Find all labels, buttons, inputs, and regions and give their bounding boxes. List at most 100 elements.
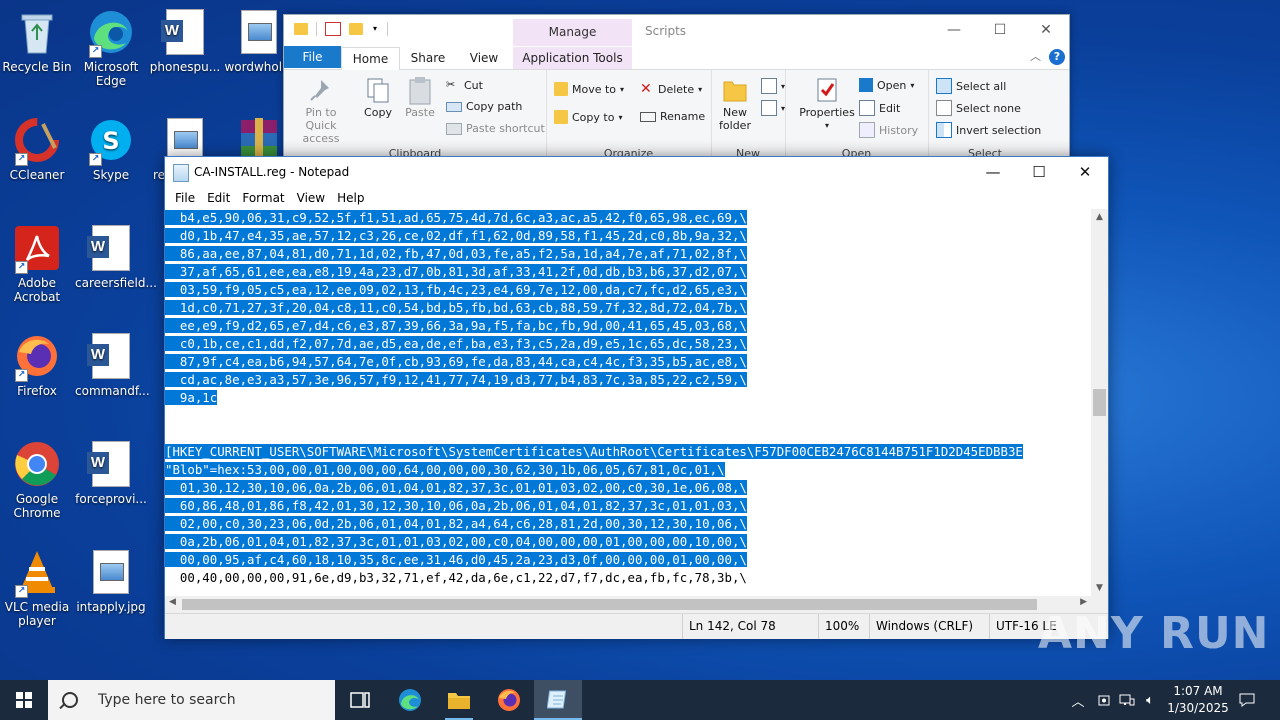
horizontal-scrollbar[interactable]: ◀ ▶ xyxy=(165,596,1091,613)
taskbar-search[interactable]: Type here to search xyxy=(48,680,335,720)
help-icon[interactable]: ? xyxy=(1049,49,1065,65)
volume-icon[interactable]: 🔈︎ xyxy=(1140,680,1160,720)
properties-button[interactable]: Properties ▾ xyxy=(799,76,855,132)
rename-label: Rename xyxy=(660,110,706,123)
delete-button[interactable]: ✕ Delete ▾ xyxy=(640,82,702,96)
network-icon[interactable] xyxy=(1117,680,1137,720)
vertical-scroll-thumb[interactable] xyxy=(1093,389,1106,416)
cut-button[interactable]: ✂ Cut xyxy=(446,78,483,92)
chrome-icon xyxy=(13,440,61,488)
copy-to-button[interactable]: Copy to ▾ xyxy=(554,110,622,124)
scroll-up-icon[interactable]: ▲ xyxy=(1091,212,1108,222)
copy-button[interactable]: Copy xyxy=(358,76,398,119)
separator xyxy=(387,22,388,36)
pin-icon xyxy=(307,76,335,104)
line-text: ee,e9,f9,d2,65,e7,d4,c6,e3,87,39,66,3a,9… xyxy=(165,318,747,333)
text-editor[interactable]: b4,e5,90,06,31,c9,52,5f,f1,51,ad,65,75,4… xyxy=(165,209,1091,596)
copy-label: Copy xyxy=(364,106,392,119)
taskbar-firefox[interactable] xyxy=(485,680,533,720)
manage-context-tab: Manage xyxy=(513,19,632,46)
maximize-button[interactable]: ☐ xyxy=(1016,157,1062,188)
scroll-left-icon[interactable]: ◀ xyxy=(169,597,176,607)
invert-selection-button[interactable]: Invert selection xyxy=(936,122,1041,138)
show-hidden-icons[interactable]: ︿ xyxy=(1068,680,1088,720)
paste-button[interactable]: Paste xyxy=(400,76,440,119)
tab-file[interactable]: File xyxy=(284,46,341,68)
anyrun-watermark: ANY RUN xyxy=(1038,608,1270,659)
select-none-button[interactable]: Select none xyxy=(936,100,1021,116)
tab-application-tools[interactable]: Application Tools xyxy=(513,47,632,69)
defender-icon[interactable] xyxy=(1094,680,1114,720)
explorer-titlebar[interactable]: ▾ Manage Scripts — ☐ ✕ xyxy=(284,15,1069,46)
taskbar-edge[interactable] xyxy=(386,680,434,720)
text-line: 00,40,00,00,00,91,6e,d9,b3,32,71,ef,42,d… xyxy=(165,569,1091,587)
notepad-titlebar[interactable]: CA-INSTALL.reg - Notepad — ☐ ✕ xyxy=(165,157,1108,188)
horizontal-scroll-thumb[interactable] xyxy=(182,599,1037,610)
task-view-button[interactable] xyxy=(336,680,384,720)
desktop-icon-chrome[interactable]: Google Chrome xyxy=(1,440,73,520)
notepad-window[interactable]: CA-INSTALL.reg - Notepad — ☐ ✕ File Edit… xyxy=(164,156,1109,639)
select-all-button[interactable]: Select all xyxy=(936,78,1006,94)
menu-file[interactable]: File xyxy=(169,188,201,209)
customize-qat-icon[interactable]: ▾ xyxy=(371,23,379,35)
pin-quick-access-button[interactable]: Pin to Quick access xyxy=(290,76,352,145)
desktop-icon-label: Skype xyxy=(92,168,130,182)
tab-share[interactable]: Share xyxy=(405,47,451,69)
vertical-scrollbar[interactable]: ▲ ▼ xyxy=(1091,209,1108,596)
history-button[interactable]: History xyxy=(859,122,918,138)
status-bar: Ln 142, Col 78 100% Windows (CRLF) UTF-1… xyxy=(165,613,1108,639)
desktop-icon-acrobat[interactable]: ↗ Adobe Acrobat xyxy=(1,224,73,304)
open-button[interactable]: Open ▾ xyxy=(859,78,914,92)
desktop-icon-skype[interactable]: S ↗ Skype xyxy=(75,116,147,182)
menu-view[interactable]: View xyxy=(291,188,331,209)
move-to-button[interactable]: Move to ▾ xyxy=(554,82,624,96)
new-group: New folder ▾ ▾ New xyxy=(711,70,786,162)
text-line: 0a,2b,06,01,04,01,82,37,3c,01,01,03,02,0… xyxy=(165,533,1091,551)
tab-view[interactable]: View xyxy=(461,47,507,69)
start-button[interactable] xyxy=(0,680,48,720)
taskbar-file-explorer[interactable] xyxy=(435,680,483,720)
properties-icon[interactable] xyxy=(325,22,341,36)
desktop-icon-recycle-bin[interactable]: Recycle Bin xyxy=(1,8,73,74)
menu-edit[interactable]: Edit xyxy=(201,188,236,209)
collapse-ribbon-icon[interactable]: ︿ xyxy=(1030,48,1041,64)
easy-access-button[interactable]: ▾ xyxy=(761,100,785,116)
paste-shortcut-button[interactable]: Paste shortcut xyxy=(446,122,545,135)
text-line: "Blob"=hex:53,00,00,01,00,00,00,64,00,00… xyxy=(165,461,1091,479)
text-line xyxy=(165,407,1091,425)
scroll-right-icon[interactable]: ▶ xyxy=(1080,597,1087,607)
task-view-icon xyxy=(350,692,370,708)
desktop-icon-edge[interactable]: ↗ Microsoft Edge xyxy=(75,8,147,88)
close-button[interactable]: ✕ xyxy=(1023,15,1069,45)
copy-path-icon xyxy=(446,101,462,112)
notifications-icon[interactable] xyxy=(1236,680,1258,720)
edit-button[interactable]: Edit xyxy=(859,100,900,116)
menu-help[interactable]: Help xyxy=(331,188,370,209)
desktop-icon-firefox[interactable]: ↗ Firefox xyxy=(1,332,73,398)
file-explorer-window[interactable]: ▾ Manage Scripts — ☐ ✕ File Home Share V… xyxy=(283,14,1070,164)
line-text: 0a,2b,06,01,04,01,82,37,3c,01,01,03,02,0… xyxy=(165,534,747,549)
desktop-icon-ccleaner[interactable]: ↗ CCleaner xyxy=(1,116,73,182)
minimize-button[interactable]: — xyxy=(931,15,977,45)
scroll-down-icon[interactable]: ▼ xyxy=(1091,583,1108,593)
desktop-icon-phonespu[interactable]: phonespu... xyxy=(149,8,221,74)
desktop-icon-vlc[interactable]: ↗ VLC media player xyxy=(1,548,73,628)
new-folder-button[interactable]: New folder xyxy=(715,76,755,132)
tab-home[interactable]: Home xyxy=(341,47,400,71)
minimize-button[interactable]: — xyxy=(970,157,1016,188)
open-group: Properties ▾ Open ▾ Edit History Open xyxy=(785,70,929,162)
pin-label: Pin to Quick access xyxy=(302,106,340,145)
new-item-button[interactable]: ▾ xyxy=(761,78,785,94)
line-text: d0,1b,47,e4,35,ae,57,12,c3,26,ce,02,df,f… xyxy=(165,228,747,243)
close-button[interactable]: ✕ xyxy=(1062,157,1108,188)
maximize-button[interactable]: ☐ xyxy=(977,15,1023,45)
text-line: c0,1b,ce,c1,dd,f2,07,7d,ae,d5,ea,de,ef,b… xyxy=(165,335,1091,353)
new-folder-icon[interactable] xyxy=(349,23,363,35)
taskbar-notepad[interactable] xyxy=(534,680,582,720)
system-clock[interactable]: 1:07 AM 1/30/2025 xyxy=(1160,683,1236,717)
copy-path-button[interactable]: Copy path xyxy=(446,100,522,113)
window-controls: — ☐ ✕ xyxy=(931,15,1069,45)
line-endings: Windows (CRLF) xyxy=(869,614,986,639)
rename-button[interactable]: Rename xyxy=(640,110,705,123)
menu-format[interactable]: Format xyxy=(236,188,290,209)
